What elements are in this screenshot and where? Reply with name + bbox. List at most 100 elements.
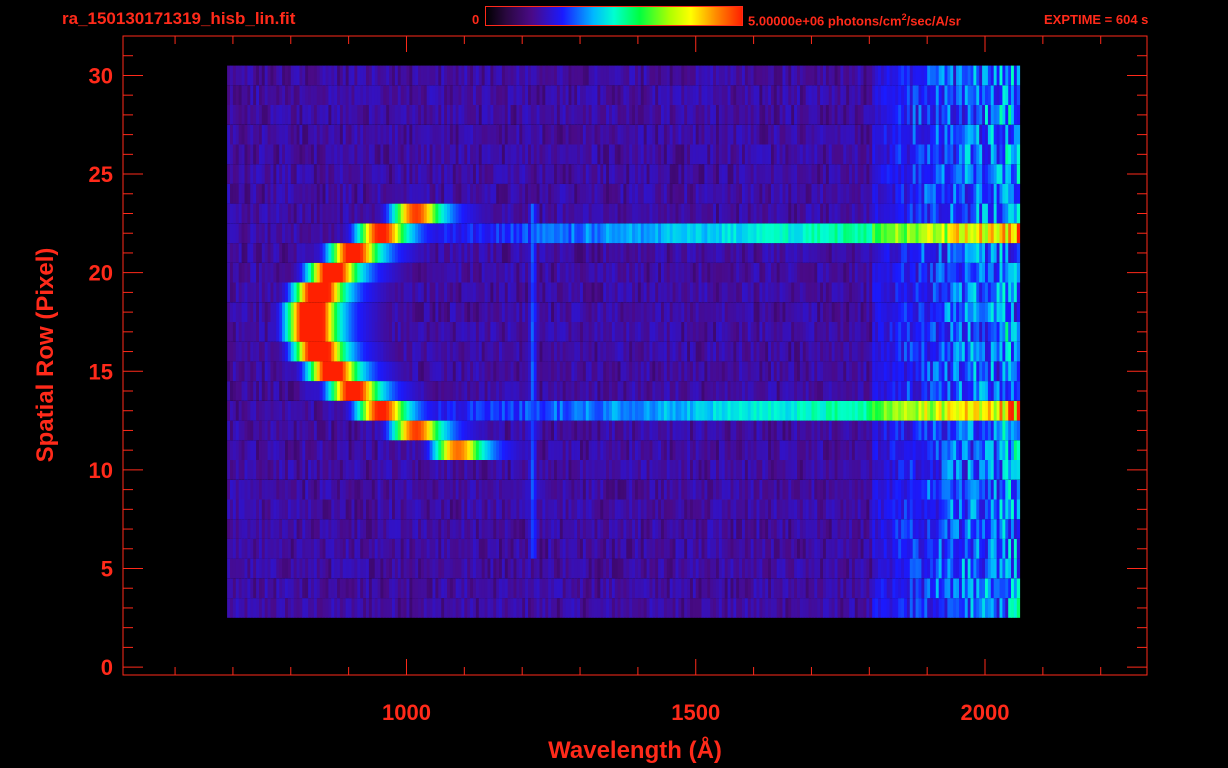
heatmap-cell — [331, 361, 335, 382]
heatmap-cell — [802, 420, 807, 441]
heatmap-cell — [276, 499, 280, 520]
heatmap-cell — [577, 322, 581, 342]
heatmap-cell — [843, 499, 847, 520]
heatmap-cell — [904, 598, 908, 618]
heatmap-cell — [987, 598, 992, 618]
heatmap-cell — [883, 420, 888, 441]
heatmap-cell — [716, 538, 720, 559]
heatmap-cell — [603, 381, 607, 401]
heatmap-cell — [808, 420, 812, 441]
heatmap-cell — [727, 578, 731, 599]
heatmap-cell — [429, 460, 433, 480]
heatmap-cell — [941, 598, 945, 618]
heatmap-cell — [478, 341, 483, 362]
heatmap-cell — [345, 479, 349, 500]
heatmap-cell — [611, 400, 616, 421]
heatmap-cell — [985, 400, 989, 421]
heatmap-cell — [452, 499, 457, 520]
heatmap-cell — [470, 262, 474, 283]
heatmap-cell — [606, 440, 610, 460]
heatmap-cell — [597, 558, 601, 579]
heatmap-cell — [825, 420, 830, 441]
heatmap-cell — [759, 262, 763, 283]
heatmap-cell — [247, 598, 251, 618]
heatmap-cell — [791, 400, 795, 421]
heatmap-cell — [713, 361, 717, 382]
heatmap-cell — [646, 479, 650, 500]
heatmap-cell — [1013, 341, 1018, 362]
heatmap-cell — [261, 460, 266, 480]
heatmap-cell — [600, 538, 604, 559]
heatmap-cell — [247, 440, 251, 460]
heatmap-cell — [345, 302, 349, 322]
heatmap-cell — [629, 479, 633, 500]
heatmap-cell — [768, 598, 772, 618]
heatmap-cell — [672, 538, 676, 559]
heatmap-cell — [287, 400, 292, 421]
heatmap-cell — [371, 460, 376, 480]
heatmap-cell — [250, 460, 254, 480]
heatmap-cell — [273, 400, 277, 421]
heatmap-cell — [345, 440, 349, 460]
heatmap-cell — [571, 420, 575, 441]
heatmap-cell — [562, 381, 566, 401]
heatmap-cell — [394, 262, 399, 283]
heatmap-cell — [823, 302, 827, 322]
heatmap-cell — [710, 578, 714, 599]
heatmap-cell — [779, 598, 783, 618]
heatmap-cell — [857, 440, 861, 460]
heatmap-cell — [380, 538, 384, 559]
heatmap-cell — [415, 302, 419, 322]
heatmap-cell — [617, 322, 621, 342]
heatmap-cell — [744, 538, 749, 559]
heatmap-cell — [915, 302, 919, 322]
heatmap-cell — [366, 479, 370, 500]
heatmap-cell — [470, 578, 474, 599]
heatmap-cell — [464, 578, 468, 599]
heatmap-cell — [684, 598, 688, 618]
heatmap-cell — [360, 519, 364, 539]
heatmap-cell — [345, 381, 349, 401]
heatmap-cell — [293, 361, 297, 382]
heatmap-cell — [851, 322, 856, 342]
heatmap-cell — [794, 598, 798, 618]
heatmap-cell — [773, 479, 778, 500]
heatmap-cell — [932, 420, 937, 441]
heatmap-cell — [545, 400, 549, 421]
heatmap-cell — [513, 381, 517, 401]
heatmap-cell — [742, 598, 746, 618]
heatmap-cell — [1016, 479, 1021, 500]
heatmap-cell — [704, 479, 708, 500]
heatmap-cell — [334, 262, 338, 283]
heatmap-cell — [959, 519, 963, 539]
heatmap-cell — [901, 460, 905, 480]
heatmap-cell — [357, 400, 361, 421]
heatmap-cell — [556, 479, 561, 500]
heatmap-cell — [360, 381, 364, 401]
heatmap-cell — [860, 440, 864, 460]
heatmap-cell — [235, 262, 240, 283]
heatmap-cell — [279, 519, 283, 539]
heatmap-cell — [594, 381, 598, 401]
heatmap-cell — [837, 341, 841, 362]
heatmap-cell — [776, 578, 780, 599]
heatmap-cell — [400, 302, 404, 322]
heatmap-cell — [782, 282, 786, 303]
heatmap-cell — [305, 243, 309, 263]
heatmap-cell — [287, 499, 292, 520]
heatmap-cell — [982, 578, 986, 599]
heatmap-cell — [782, 440, 786, 460]
heatmap-cell — [658, 381, 662, 401]
heatmap-cell — [530, 282, 535, 303]
heatmap-cell — [438, 538, 442, 559]
heatmap-cell — [684, 420, 688, 441]
heatmap-cell — [716, 262, 720, 283]
heatmap-cell — [687, 460, 691, 480]
heatmap-cell — [420, 282, 425, 303]
heatmap-cell — [279, 243, 283, 263]
heatmap-cell — [406, 460, 410, 480]
heatmap-cell — [990, 322, 995, 342]
heatmap-cell — [296, 400, 300, 421]
heatmap-cell — [976, 361, 980, 382]
heatmap-cell — [681, 460, 685, 480]
